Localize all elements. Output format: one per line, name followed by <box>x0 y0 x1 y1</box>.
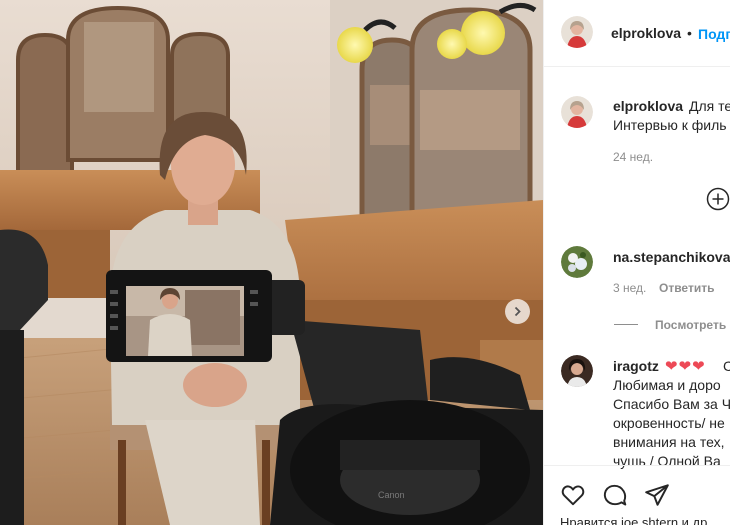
avatar-image <box>561 355 593 387</box>
next-photo-button[interactable] <box>505 299 530 324</box>
caption-text-line1: Для те <box>689 98 730 114</box>
comment-bubble-icon[interactable] <box>602 482 628 508</box>
author-avatar[interactable] <box>561 16 593 48</box>
plus-circle-icon[interactable] <box>706 187 730 211</box>
commenter-avatar[interactable] <box>561 355 593 387</box>
avatar-image <box>561 16 593 48</box>
action-bar: Нравится joe.shtern и др <box>544 465 730 525</box>
caption-text-line2: Интервью к филь <box>613 117 727 133</box>
camera-brand-text: Canon <box>378 490 405 500</box>
caption-username[interactable]: elproklova <box>613 98 683 114</box>
comment-text-line: внимания на тех, <box>613 434 725 450</box>
header-separator: • <box>687 25 692 41</box>
comment-username[interactable]: iragotz <box>613 358 659 374</box>
comment-text-line: Спасибо Вам за Ч <box>613 396 730 412</box>
caption-age[interactable]: 24 нед. <box>613 150 653 164</box>
comment-text-line: Любимая и доро <box>613 377 721 393</box>
comment-username[interactable]: na.stepanchikova <box>613 249 730 265</box>
author-username[interactable]: elproklova <box>611 25 681 41</box>
follow-button[interactable]: Подп <box>698 26 730 42</box>
photo-scene: Canon <box>0 0 543 525</box>
post-header: elproklova • Подп <box>544 0 730 67</box>
avatar-image <box>561 246 593 278</box>
comment-text-line: окровенность/ не <box>613 415 725 431</box>
caption-avatar[interactable] <box>561 96 593 128</box>
post-side-panel: elproklova • Подп elproklova Для те Инте… <box>543 0 730 525</box>
commenter-avatar[interactable] <box>561 246 593 278</box>
paper-plane-icon[interactable] <box>644 482 670 508</box>
view-replies-link[interactable]: Посмотреть о <box>655 318 730 332</box>
comment-hearts: ❤❤❤ <box>665 358 706 375</box>
reply-button[interactable]: Ответить <box>659 281 714 295</box>
post-photo[interactable]: Canon <box>0 0 543 525</box>
comment-text-trail: С <box>723 357 730 375</box>
likes-summary[interactable]: Нравится joe.shtern и др <box>560 515 707 525</box>
chevron-right-icon <box>514 306 521 317</box>
replies-divider <box>614 324 638 325</box>
heart-outline-icon[interactable] <box>560 482 586 508</box>
avatar-image <box>561 96 593 128</box>
comment-age[interactable]: 3 нед. <box>613 281 646 295</box>
